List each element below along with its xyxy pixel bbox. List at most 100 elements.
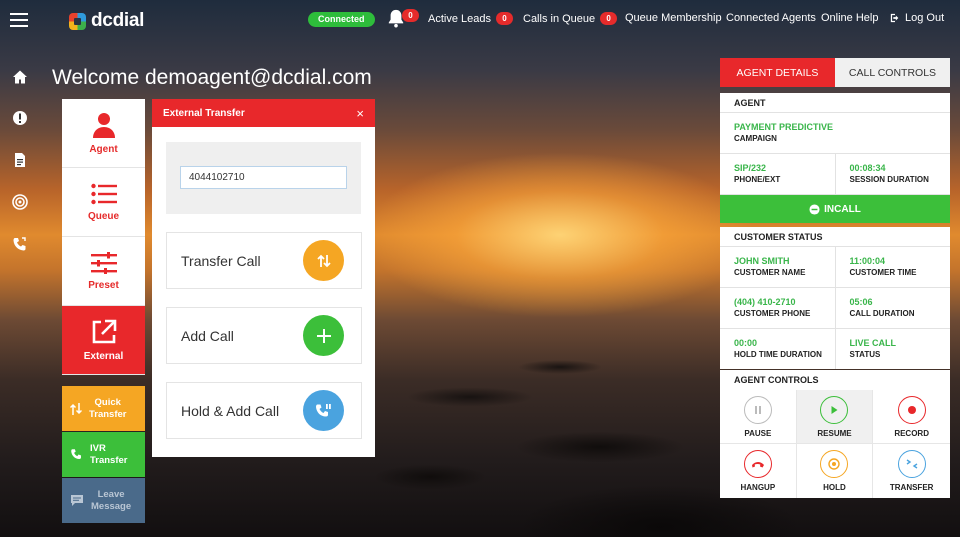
submenu-label: Leave Message bbox=[91, 488, 132, 512]
tab-call-controls[interactable]: CALL CONTROLS bbox=[835, 58, 950, 87]
transfer-icon bbox=[897, 450, 926, 478]
number-input-area bbox=[166, 142, 361, 214]
agent-controls-title: AGENT CONTROLS bbox=[734, 375, 819, 385]
phone-transfer-icon[interactable] bbox=[12, 236, 28, 252]
menu-item-preset[interactable]: Preset bbox=[62, 237, 145, 306]
logo: dcdial bbox=[69, 10, 144, 32]
customer-name-cell: JOHN SMITH CUSTOMER NAME bbox=[720, 247, 835, 287]
nav-active-leads[interactable]: Active Leads 0 bbox=[428, 12, 513, 25]
target-icon[interactable] bbox=[12, 194, 28, 210]
close-icon[interactable]: × bbox=[356, 106, 364, 121]
menu-item-agent[interactable]: Agent bbox=[62, 99, 145, 168]
incall-status-button[interactable]: INCALL bbox=[720, 195, 950, 223]
add-call-button[interactable]: Add Call bbox=[166, 307, 362, 364]
hold-and-add-call-button[interactable]: Hold & Add Call bbox=[166, 382, 362, 439]
hamburger-menu-icon[interactable] bbox=[10, 13, 28, 27]
customer-time-value: 11:00:04 bbox=[849, 256, 886, 266]
control-label: HANGUP bbox=[740, 483, 776, 492]
menu-item-label: External bbox=[83, 350, 124, 362]
menu-item-label: Queue bbox=[87, 210, 120, 222]
logout-icon bbox=[890, 13, 899, 23]
external-transfer-panel: External Transfer × Transfer Call Add Ca… bbox=[152, 99, 375, 457]
submenu-quick-transfer[interactable]: Quick Transfer bbox=[62, 386, 145, 431]
tab-agent-details[interactable]: AGENT DETAILS bbox=[720, 58, 835, 87]
submenu-ivr-transfer[interactable]: IVR Transfer bbox=[62, 432, 145, 477]
customer-row-2: (404) 410-2710 CUSTOMER PHONE 05:06 CALL… bbox=[720, 288, 950, 329]
phone-ext-cell: SIP/232 PHONE/EXT bbox=[720, 154, 835, 194]
nav-queue-membership[interactable]: Queue Membership bbox=[625, 12, 722, 24]
transfer-menu: Agent Queue Preset External bbox=[62, 99, 145, 375]
control-label: HOLD bbox=[823, 483, 846, 492]
hold-button[interactable]: HOLD bbox=[797, 444, 874, 498]
customer-phone-cell: (404) 410-2710 CUSTOMER PHONE bbox=[720, 288, 835, 328]
call-duration-cell: 05:06 CALL DURATION bbox=[834, 288, 951, 328]
record-icon bbox=[897, 395, 926, 424]
submenu-label: IVR Transfer bbox=[90, 442, 128, 466]
document-icon[interactable] bbox=[12, 152, 28, 168]
plus-icon bbox=[303, 315, 344, 356]
nav-calls-in-queue[interactable]: Calls in Queue 0 bbox=[523, 12, 618, 25]
panel-title: External Transfer bbox=[163, 107, 245, 119]
menu-item-label: Preset bbox=[88, 279, 119, 291]
calls-in-queue-count-badge: 0 bbox=[600, 12, 618, 25]
welcome-heading: Welcome demoagent@dcdial.com bbox=[52, 66, 372, 89]
hold-time-cell: 00:00 HOLD TIME DURATION bbox=[720, 329, 835, 369]
message-icon bbox=[71, 495, 83, 506]
logo-text: dcdial bbox=[91, 10, 145, 31]
active-leads-count-badge: 0 bbox=[495, 12, 513, 25]
action-label: Transfer Call bbox=[181, 252, 261, 269]
swap-arrows-icon bbox=[70, 402, 82, 415]
call-duration-label: CALL DURATION bbox=[849, 309, 915, 318]
submenu-label: Quick Transfer bbox=[89, 396, 127, 420]
agent-controls-card: AGENT CONTROLS PAUSE RESUME RECORD HANGU… bbox=[720, 370, 950, 498]
transfer-call-button[interactable]: Transfer Call bbox=[166, 232, 362, 289]
customer-row-3: 00:00 HOLD TIME DURATION LIVE CALL STATU… bbox=[720, 329, 950, 369]
nav-connected-agents[interactable]: Connected Agents bbox=[726, 12, 816, 24]
customer-time-cell: 11:00:04 CUSTOMER TIME bbox=[834, 247, 951, 287]
customer-name-label: CUSTOMER NAME bbox=[734, 268, 806, 277]
right-panel-tabs: AGENT DETAILS CALL CONTROLS bbox=[720, 58, 950, 87]
customer-status-card: CUSTOMER STATUS JOHN SMITH CUSTOMER NAME… bbox=[720, 227, 950, 369]
phone-number-input[interactable] bbox=[180, 166, 347, 189]
play-icon bbox=[820, 395, 849, 424]
logout-link[interactable]: Log Out bbox=[890, 12, 944, 24]
customer-row-1: JOHN SMITH CUSTOMER NAME 11:00:04 CUSTOM… bbox=[720, 247, 950, 288]
transfer-arrows-icon bbox=[303, 240, 344, 281]
sliders-icon bbox=[90, 251, 117, 274]
pause-button[interactable]: PAUSE bbox=[720, 390, 797, 444]
phone-icon bbox=[71, 449, 81, 459]
phone-ext-value: SIP/232 bbox=[734, 163, 767, 173]
transfer-button[interactable]: TRANSFER bbox=[873, 444, 950, 498]
customer-card-title: CUSTOMER STATUS bbox=[720, 227, 950, 247]
campaign-label: CAMPAIGN bbox=[734, 134, 777, 143]
menu-item-label: Agent bbox=[89, 143, 118, 155]
list-icon bbox=[90, 183, 117, 204]
submenu-leave-message[interactable]: Leave Message bbox=[62, 478, 145, 523]
session-duration-value: 00:08:34 bbox=[849, 163, 886, 173]
connection-status-badge: Connected bbox=[308, 12, 375, 27]
control-label: RESUME bbox=[817, 428, 852, 438]
minus-circle-icon bbox=[809, 203, 820, 215]
control-label: TRANSFER bbox=[889, 483, 934, 492]
call-duration-value: 05:06 bbox=[849, 297, 873, 307]
hold-time-value: 00:00 bbox=[734, 338, 758, 348]
nav-active-leads-label: Active Leads bbox=[428, 12, 491, 25]
home-icon[interactable] bbox=[12, 69, 28, 85]
person-icon bbox=[92, 112, 115, 138]
phone-session-row: SIP/232 PHONE/EXT 00:08:34 SESSION DURAT… bbox=[720, 154, 950, 195]
customer-time-label: CUSTOMER TIME bbox=[849, 268, 917, 277]
controls-grid: PAUSE RESUME RECORD HANGUP HOLD TRANSFER bbox=[720, 390, 950, 498]
record-button[interactable]: RECORD bbox=[873, 390, 950, 444]
hangup-button[interactable]: HANGUP bbox=[720, 444, 797, 498]
call-status-value: LIVE CALL bbox=[849, 338, 897, 348]
menu-item-external[interactable]: External bbox=[62, 306, 145, 375]
logo-mark-icon bbox=[69, 12, 86, 30]
nav-calls-in-queue-label: Calls in Queue bbox=[523, 12, 596, 25]
customer-name-value: JOHN SMITH bbox=[734, 256, 790, 266]
resume-button[interactable]: RESUME bbox=[796, 390, 874, 444]
pause-icon bbox=[743, 395, 772, 424]
hold-icon bbox=[820, 450, 849, 478]
alert-icon[interactable] bbox=[12, 110, 28, 126]
menu-item-queue[interactable]: Queue bbox=[62, 168, 145, 237]
nav-online-help[interactable]: Online Help bbox=[821, 12, 878, 24]
